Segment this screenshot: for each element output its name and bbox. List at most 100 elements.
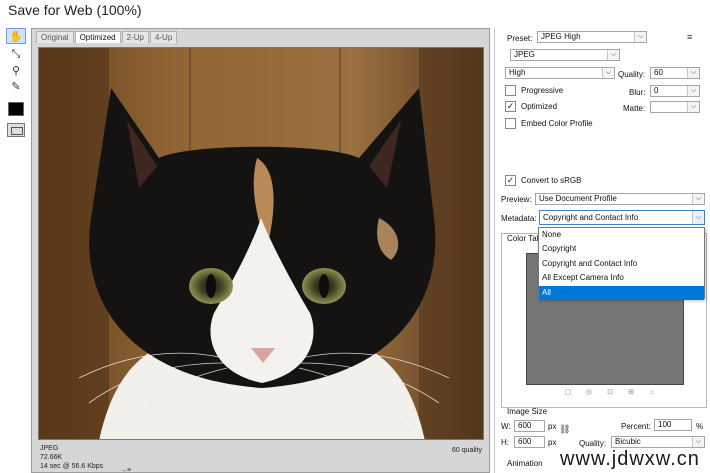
zoom-icon: ⚲ — [11, 64, 21, 77]
optimized-checkbox[interactable]: ✓ — [505, 101, 516, 112]
download-speed-menu-icon[interactable]: →≡ — [120, 467, 131, 473]
width-value: 600 — [518, 421, 532, 430]
preset-label: Preset: — [507, 34, 533, 43]
blur-label: Blur: — [629, 88, 646, 97]
width-field[interactable]: 600 — [514, 420, 545, 432]
hand-icon: ✋ — [9, 30, 23, 43]
view-tabs: Original Optimized 2-Up 4-Up — [36, 31, 178, 43]
color-table-label: Color Tal — [507, 234, 541, 243]
percent-unit: % — [696, 422, 704, 431]
add-color-icon[interactable]: ⊞ — [626, 389, 636, 397]
width-label: W: — [501, 422, 511, 431]
preview-label: Preview: — [501, 195, 532, 204]
chevron-down-icon: ⌵ — [692, 211, 704, 224]
percent-field[interactable]: 100 — [654, 419, 692, 431]
blur-field[interactable]: 0 ⌵ — [650, 85, 700, 97]
progressive-label: Progressive — [521, 86, 564, 95]
height-field[interactable]: 600 — [514, 436, 545, 448]
resample-quality-label: Quality: — [579, 439, 607, 448]
metadata-option-copyright-contact[interactable]: Copyright and Contact Info — [539, 257, 704, 271]
chevron-down-icon: ⌵ — [607, 50, 619, 60]
percent-value: 100 — [658, 420, 672, 429]
title-bar: Save for Web (100%) — [0, 0, 710, 24]
checkmark-icon: ✓ — [506, 175, 515, 185]
chevron-down-icon: ⌵ — [692, 194, 704, 204]
site-watermark: www.jdwxw.cn — [560, 448, 700, 470]
metadata-value: Copyright and Contact Info — [543, 213, 639, 222]
convert-to-srgb-label: Convert to sRGB — [521, 176, 582, 185]
checkmark-icon: ✓ — [506, 101, 515, 111]
image-info-footer: JPEG 72.66K 14 sec @ 56.6 Kbps 60 qualit… — [38, 443, 484, 473]
optimized-label: Optimized — [521, 102, 558, 111]
eyedropper-color-swatch[interactable] — [8, 102, 24, 116]
quality-label: Quality: — [618, 70, 646, 79]
metadata-option-copyright[interactable]: Copyright — [539, 242, 704, 256]
metadata-options-list: None Copyright Copyright and Contact Inf… — [538, 227, 705, 300]
width-unit: px — [548, 422, 557, 431]
quality-field[interactable]: 60 ⌵ — [650, 67, 700, 79]
metadata-label: Metadata: — [501, 214, 537, 223]
preview-profile-dropdown[interactable]: Use Document Profile ⌵ — [535, 193, 705, 205]
tool-strip: ✋ ⤡ ⚲ ✎ — [4, 28, 28, 138]
blur-value: 0 — [654, 86, 659, 95]
progressive-checkbox[interactable] — [505, 85, 516, 96]
constrain-proportions-link-icon[interactable]: ⛓ — [559, 424, 570, 435]
eyedropper-tool-button[interactable]: ✎ — [6, 78, 26, 94]
metadata-option-all[interactable]: All — [539, 285, 704, 300]
chevron-down-icon: ⌵ — [687, 68, 699, 78]
file-format-dropdown[interactable]: JPEG ⌵ — [510, 49, 620, 61]
slice-select-icon: ⤡ — [11, 47, 21, 60]
tab-2-up[interactable]: 2-Up — [121, 31, 149, 43]
lock-color-icon[interactable]: ⊡ — [605, 389, 615, 397]
hand-tool-button[interactable]: ✋ — [6, 28, 26, 44]
resample-quality-value: Bicubic — [615, 437, 641, 446]
optimized-image-preview[interactable] — [38, 47, 484, 440]
map-transparent-icon[interactable]: ▢ — [563, 389, 573, 397]
chevron-down-icon: ⌵ — [602, 68, 614, 78]
resample-quality-dropdown[interactable]: Bicubic ⌵ — [611, 436, 705, 448]
chevron-down-icon: ⌵ — [687, 86, 699, 96]
tab-4-up[interactable]: 4-Up — [149, 31, 178, 43]
info-format: JPEG — [40, 445, 59, 452]
quality-value: 60 — [654, 68, 663, 77]
info-quality: 60 quality — [452, 447, 482, 454]
chevron-down-icon: ⌵ — [687, 102, 699, 112]
matte-label: Matte: — [623, 104, 646, 113]
slice-select-tool-button[interactable]: ⤡ — [6, 46, 26, 62]
image-view-area: Original Optimized 2-Up 4-Up JPEG 72.66K… — [31, 28, 490, 473]
metadata-option-none[interactable]: None — [539, 228, 704, 242]
compression-value: High — [509, 68, 526, 77]
info-file-size: 72.66K — [40, 454, 63, 461]
height-label: H: — [501, 438, 509, 447]
compression-quality-dropdown[interactable]: High ⌵ — [505, 67, 615, 79]
chevron-down-icon: ⌵ — [634, 32, 646, 42]
matte-dropdown[interactable]: ⌵ — [650, 101, 700, 113]
tab-original[interactable]: Original — [36, 31, 74, 43]
file-format-value: JPEG — [514, 50, 535, 59]
zoom-tool-button[interactable]: ⚲ — [6, 62, 26, 78]
trash-icon[interactable]: ⌂ — [647, 389, 657, 397]
kitten-photo — [39, 48, 483, 439]
tab-optimized[interactable]: Optimized — [74, 31, 121, 43]
animation-title: Animation — [507, 459, 543, 468]
window-title: Save for Web (100%) — [8, 2, 142, 18]
preset-dropdown[interactable]: JPEG High ⌵ — [537, 31, 647, 43]
convert-to-srgb-checkbox[interactable]: ✓ — [505, 175, 516, 186]
chevron-down-icon: ⌵ — [692, 437, 704, 447]
info-download-time: 14 sec @ 56.6 Kbps — [40, 463, 104, 470]
preview-profile-value: Use Document Profile — [539, 194, 617, 203]
percent-label: Percent: — [621, 422, 651, 431]
color-table-actions: ▢ ◎ ⊡ ⊞ ⌂ — [563, 389, 657, 397]
embed-color-profile-checkbox[interactable] — [505, 118, 516, 129]
metadata-option-all-except-camera[interactable]: All Except Camera Info — [539, 271, 704, 285]
toggle-slices-visibility-button[interactable] — [7, 123, 25, 137]
image-size-title: Image Size — [507, 407, 548, 416]
embed-color-profile-label: Embed Color Profile — [521, 119, 593, 128]
height-unit: px — [548, 438, 557, 447]
metadata-dropdown[interactable]: Copyright and Contact Info ⌵ — [539, 210, 705, 225]
height-value: 600 — [518, 437, 532, 446]
preset-value: JPEG High — [541, 32, 581, 41]
shift-web-palette-icon[interactable]: ◎ — [584, 389, 594, 397]
panel-menu-icon[interactable]: ≡ — [687, 32, 692, 42]
eyedropper-icon: ✎ — [11, 80, 21, 93]
